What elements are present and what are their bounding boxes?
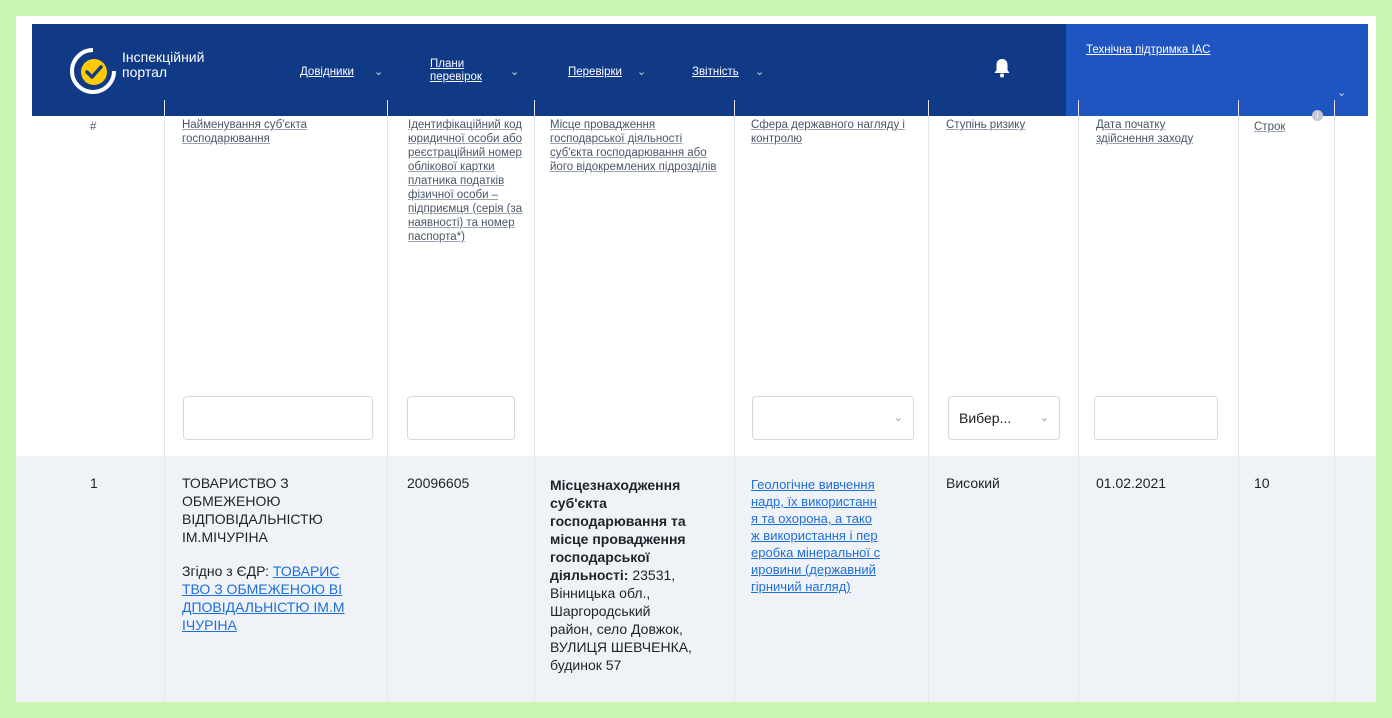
portal-logo-icon[interactable] [68, 46, 118, 96]
chevron-down-icon: ⌄ [893, 412, 903, 424]
bell-icon[interactable] [992, 57, 1012, 79]
row-name-line: ВІДПОВІДАЛЬНІСТЮ [182, 511, 323, 527]
edr-line: Згідно з ЄДР: ТОВАРИС [182, 562, 382, 580]
nav-dovidnyky[interactable]: Довідники [300, 66, 354, 79]
sphere-link-line[interactable]: надр, їх використанн [751, 493, 929, 510]
sphere-link-line[interactable]: ж використання і пер [751, 527, 929, 544]
date-filter-input[interactable] [1094, 396, 1218, 440]
sphere-link[interactable]: Геологічне вивчення надр, їх використанн… [751, 476, 929, 595]
risk-filter-value: Вибер... [959, 410, 1012, 426]
place-value: район, село Довжок, [550, 621, 683, 637]
row-date: 01.02.2021 [1096, 475, 1167, 491]
chevron-down-icon[interactable]: ⌄ [1337, 86, 1346, 99]
place-label-line: господарювання та [550, 513, 686, 529]
nav-zvitnist[interactable]: Звітність [692, 66, 739, 79]
header-place[interactable]: Місце провадження господарської діяльнос… [550, 118, 718, 174]
name-filter-input[interactable] [183, 396, 373, 440]
place-label-line: діяльності: [550, 567, 629, 583]
place-value: 23531, [628, 567, 676, 583]
risk-filter-select[interactable]: Вибер... ⌄ [948, 396, 1060, 440]
place-mixed-line: діяльності: 23531, [550, 566, 730, 584]
header-sphere[interactable]: Сфера державного нагляду і контролю [751, 118, 911, 146]
row-term: 10 [1254, 475, 1270, 491]
column-divider [164, 456, 165, 702]
sphere-filter-select[interactable]: ⌄ [752, 396, 914, 440]
place-value: будинок 57 [550, 657, 622, 673]
header-term[interactable]: Строк [1254, 120, 1285, 134]
support-link[interactable]: Технічна підтримка ІАС [1086, 44, 1210, 56]
nav-plany[interactable]: Плани перевірок [430, 58, 482, 84]
column-divider [1078, 456, 1079, 702]
top-navigation-bar: Інспекційний портал Довідники ⌄ Плани пе… [32, 24, 1368, 116]
nav-plany-line-2: перевірок [430, 71, 482, 83]
place-value: Шаргородський [550, 603, 651, 619]
edr-link[interactable]: ТВО З ОБМЕЖЕНОЮ ВІ [182, 580, 382, 598]
chevron-down-icon[interactable]: ⌄ [755, 65, 764, 78]
edr-link[interactable]: ДПОВІДАЛЬНІСТЮ ІМ.М [182, 598, 382, 616]
app-frame: Інспекційний портал Довідники ⌄ Плани пе… [16, 16, 1376, 702]
row-name-line: ТОВАРИСТВО З [182, 475, 289, 491]
chevron-down-icon[interactable]: ⌄ [510, 65, 519, 78]
column-divider [734, 456, 735, 702]
column-divider [534, 456, 535, 702]
place-label-line: господарської [550, 549, 650, 565]
column-divider [1334, 456, 1335, 702]
place-label-line: Місцезнаходження [550, 477, 681, 493]
edr-link[interactable]: ТОВАРИС [273, 563, 340, 579]
row-name-cell: ТОВАРИСТВО З ОБМЕЖЕНОЮ ВІДПОВІДАЛЬНІСТЮ … [182, 474, 382, 634]
edr-link[interactable]: ІЧУРІНА [182, 616, 382, 634]
place-label-line: місце провадження [550, 531, 686, 547]
header-date[interactable]: Дата початку здійснення заходу [1096, 118, 1226, 146]
header-code[interactable]: Ідентифікаційний код юридичної особи або… [408, 118, 530, 244]
brand-line-2: портал [122, 64, 168, 80]
header-name[interactable]: Найменування суб'єкта господарювання [182, 118, 352, 146]
row-num: 1 [90, 475, 98, 491]
row-risk: Високий [946, 475, 1000, 491]
info-icon[interactable]: i [1312, 110, 1323, 121]
support-panel[interactable]: Технічна підтримка ІАС ⌄ [1066, 24, 1368, 116]
sphere-link-line[interactable]: ировини (державний [751, 561, 929, 578]
chevron-down-icon: ⌄ [1039, 412, 1049, 424]
row-place-cell: Місцезнаходження суб'єкта господарювання… [550, 476, 730, 674]
sphere-link-line[interactable]: еробка мінеральної с [751, 544, 929, 561]
portal-brand[interactable]: Інспекційний портал [122, 50, 204, 80]
chevron-down-icon[interactable]: ⌄ [637, 65, 646, 78]
chevron-down-icon[interactable]: ⌄ [374, 65, 383, 78]
sphere-link-line[interactable]: Геологічне вивчення [751, 476, 929, 493]
brand-line-1: Інспекційний [122, 49, 205, 65]
header-risk[interactable]: Ступінь ризику [946, 118, 1066, 132]
place-label-line: суб'єкта [550, 495, 607, 511]
place-value: ВУЛИЦЯ ШЕВЧЕНКА, [550, 639, 692, 655]
row-name-line: ІМ.МІЧУРІНА [182, 529, 268, 545]
place-value: Вінницька обл., [550, 585, 651, 601]
edr-prefix: Згідно з ЄДР: [182, 563, 273, 579]
code-filter-input[interactable] [407, 396, 515, 440]
row-name-line: ОБМЕЖЕНОЮ [182, 493, 281, 509]
sphere-link-line[interactable]: гірничий нагляд) [751, 578, 929, 595]
nav-plany-line-1: Плани [430, 58, 465, 70]
nav-perevirky[interactable]: Перевірки [568, 66, 622, 79]
header-num: # [90, 121, 97, 133]
column-divider [1238, 456, 1239, 702]
row-code: 20096605 [407, 475, 470, 491]
sphere-link-line[interactable]: я та охорона, а тако [751, 510, 929, 527]
column-divider [387, 456, 388, 702]
